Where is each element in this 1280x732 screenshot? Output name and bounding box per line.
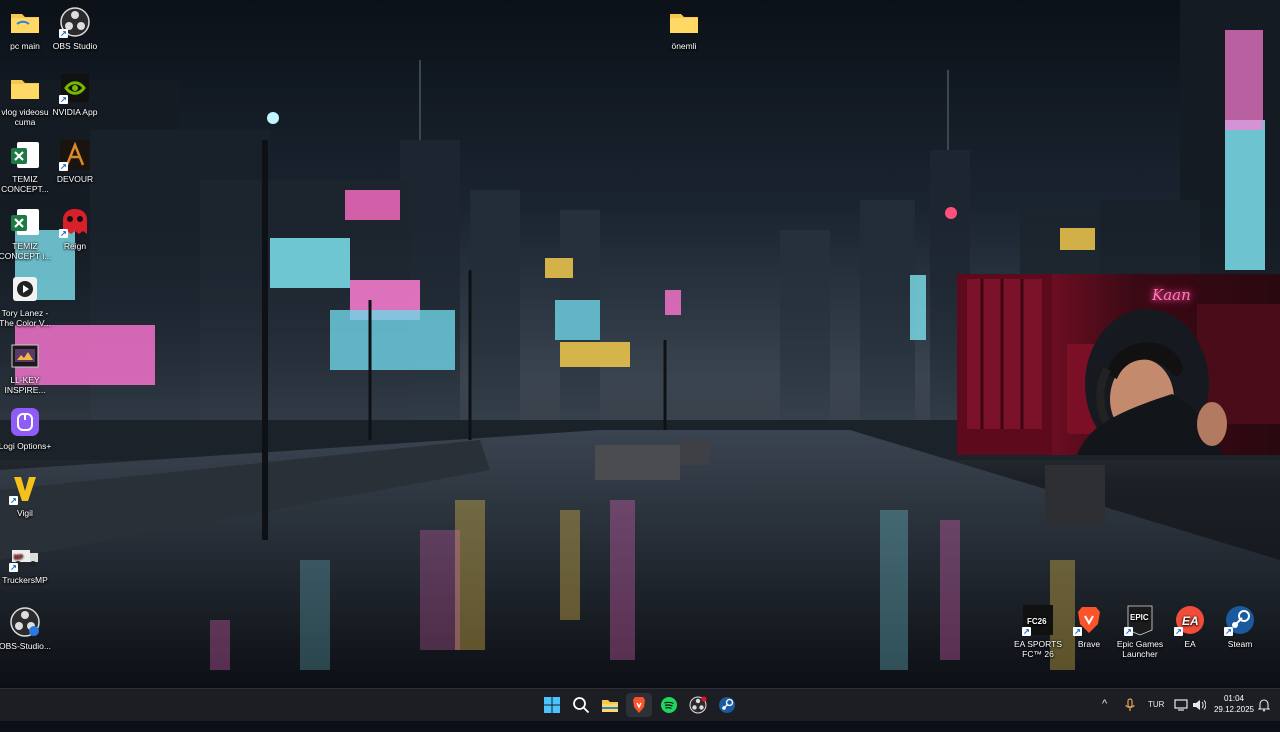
svg-text:EPIC: EPIC — [1130, 613, 1149, 622]
shortcut-arrow-icon: ↗ — [1073, 627, 1082, 636]
obs-icon: ↗ — [59, 6, 91, 38]
network-icon[interactable] — [1174, 698, 1188, 730]
tray-overflow-chevron-icon[interactable]: ^ — [1102, 698, 1107, 730]
desktop-icon-vigil[interactable]: ↗ Vigil — [0, 473, 55, 518]
ea-icon: EA ↗ — [1174, 604, 1206, 636]
excel-icon — [9, 139, 41, 171]
start-icon — [544, 697, 560, 713]
desktop-icon-obs-studio[interactable]: ↗ OBS Studio — [45, 6, 105, 51]
taskbar-clock[interactable]: 01:04 29.12.2025 — [1210, 693, 1258, 715]
taskbar-file-explorer[interactable] — [597, 693, 623, 717]
eafc-icon: FC26 ↗ — [1022, 604, 1054, 636]
brave-icon — [633, 697, 645, 713]
truckersmp-icon: MP ↗ — [9, 540, 41, 572]
svg-text:FC26: FC26 — [1027, 617, 1047, 626]
video-icon — [9, 273, 41, 305]
spotify-icon — [661, 697, 677, 713]
desktop-icon-label: NVIDIA App — [52, 107, 98, 117]
desktop-icon-ll-key-inspire[interactable]: LL-KEY INSPIRE... — [0, 340, 55, 395]
desktop-icon-label: Vigil — [17, 508, 33, 518]
folder-icon — [9, 6, 41, 38]
desktop-icon-onemli[interactable]: önemli — [654, 6, 714, 51]
microphone-icon[interactable] — [1124, 698, 1136, 730]
desktop-icon-label: önemli — [671, 41, 697, 51]
webcam-overlay: Kaan — [957, 274, 1280, 455]
desktop-icon-label: DEVOUR — [56, 174, 94, 184]
desktop-icon-label: LL-KEY INSPIRE... — [4, 375, 46, 395]
reign-icon: ↗ — [59, 206, 91, 238]
file-explorer-icon — [602, 700, 618, 712]
svg-text:EA: EA — [1182, 614, 1199, 628]
shortcut-arrow-icon: ↗ — [1022, 627, 1031, 636]
vigil-icon: ↗ — [9, 473, 41, 505]
volume-icon[interactable] — [1192, 698, 1207, 730]
desktop-icon-label: Tory Lanez - The Color V... — [0, 308, 51, 328]
shortcut-arrow-icon: ↗ — [9, 496, 18, 505]
shortcut-arrow-icon: ↗ — [59, 162, 68, 171]
taskbar-spotify[interactable] — [656, 693, 682, 717]
desktop-icon-tory-lanez[interactable]: Tory Lanez - The Color V... — [0, 273, 55, 328]
obs-icon — [689, 696, 707, 714]
taskbar-brave[interactable] — [626, 693, 652, 717]
svg-text:MP: MP — [14, 555, 23, 561]
desktop-icon-label: TruckersMP — [2, 575, 48, 585]
webcam-neon-sign: Kaan — [1152, 286, 1191, 304]
clock-date: 29.12.2025 — [1213, 705, 1255, 714]
obs-installer-icon — [9, 606, 41, 638]
folder-icon — [9, 72, 41, 104]
clock-time: 01:04 — [1223, 694, 1245, 703]
desktop-icon-label: Steam — [1227, 639, 1253, 649]
desktop-icon-devour[interactable]: ↗ DEVOUR — [45, 139, 105, 184]
input-language-indicator[interactable]: TUR — [1148, 700, 1164, 732]
taskbar: ^ TUR 01:04 29.12.2025 — [0, 688, 1280, 721]
desktop-icon-label: OBS Studio — [52, 41, 98, 51]
desktop-icon-label: OBS-Studio... — [0, 641, 51, 651]
shortcut-arrow-icon: ↗ — [9, 563, 18, 572]
steam-icon: ↗ — [1224, 604, 1256, 636]
shortcut-arrow-icon: ↗ — [59, 229, 68, 238]
devour-icon: ↗ — [59, 139, 91, 171]
desktop-icon-truckersmp[interactable]: MP ↗ TruckersMP — [0, 540, 55, 585]
shortcut-arrow-icon: ↗ — [1174, 627, 1183, 636]
desktop-icon-label: Reign — [63, 241, 87, 251]
shortcut-arrow-icon: ↗ — [59, 29, 68, 38]
nvidia-icon: ↗ — [59, 72, 91, 104]
notification-bell-icon[interactable] — [1257, 698, 1271, 730]
shortcut-arrow-icon: ↗ — [1224, 627, 1233, 636]
taskbar-search-button[interactable] — [568, 693, 594, 717]
desktop-icon-reign[interactable]: ↗ Reign — [45, 206, 105, 251]
epic-icon: EPIC ↗ — [1124, 604, 1156, 636]
shortcut-arrow-icon: ↗ — [1124, 627, 1133, 636]
taskbar-start-button[interactable] — [539, 693, 565, 717]
desktop-icon-logi-options[interactable]: Logi Options+ — [0, 406, 55, 451]
taskbar-steam[interactable] — [714, 693, 740, 717]
steam-icon — [719, 697, 735, 713]
search-icon — [573, 697, 590, 714]
shortcut-arrow-icon: ↗ — [59, 95, 68, 104]
desktop-icon-label: Logi Options+ — [0, 441, 52, 451]
logi-icon — [9, 406, 41, 438]
excel-icon — [9, 206, 41, 238]
folder-icon — [668, 6, 700, 38]
taskbar-obs[interactable] — [685, 693, 711, 717]
desktop-icon-obs-studio-installer[interactable]: OBS-Studio... — [0, 606, 55, 651]
desktop-icon-steam[interactable]: ↗ Steam — [1210, 604, 1270, 649]
desktop-icon-nvidia-app[interactable]: ↗ NVIDIA App — [45, 72, 105, 117]
video-file-icon — [9, 340, 41, 372]
brave-icon: ↗ — [1073, 604, 1105, 636]
